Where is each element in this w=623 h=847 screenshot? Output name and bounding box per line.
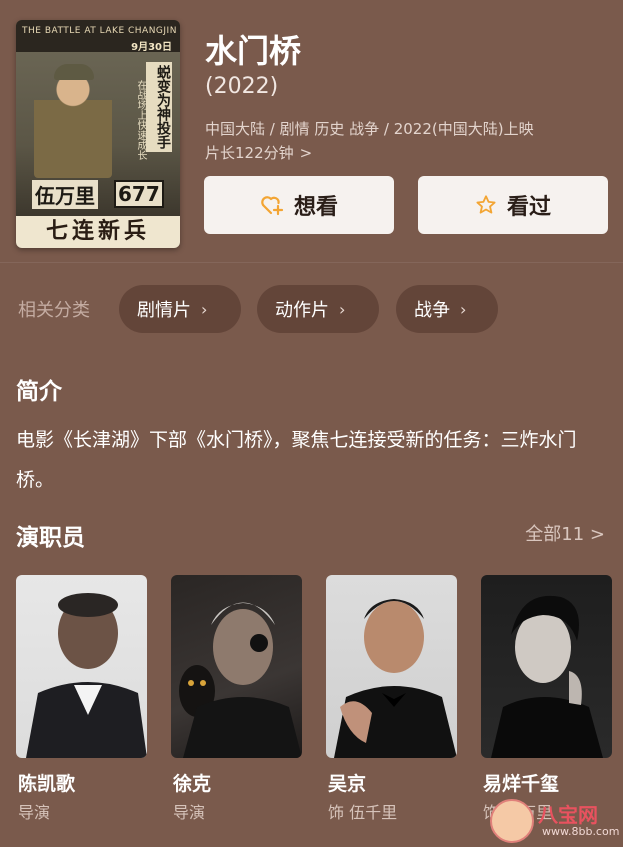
cast-name: 陈凯歌 — [18, 773, 76, 795]
movie-year: (2022) — [205, 74, 279, 99]
tag-label: 动作片 — [275, 300, 329, 321]
star-icon — [475, 194, 497, 216]
watermark-text: 八宝网 — [538, 803, 598, 827]
chevron-right-icon: › — [339, 299, 346, 319]
poster-name: 伍万里 — [32, 180, 98, 209]
poster-top-text: THE BATTLE AT LAKE CHANGJIN — [22, 26, 177, 36]
watermark-logo-icon — [490, 799, 534, 843]
movie-duration: 片长122分钟 — [205, 144, 294, 162]
poster-vertical-sub: 在战场上快速成长 — [135, 80, 146, 160]
poster-title: 七连新兵 — [16, 216, 180, 248]
header-divider — [0, 262, 623, 263]
tag-war[interactable]: 战争 › — [396, 285, 498, 333]
movie-duration-link[interactable]: 片长122分钟 > — [205, 142, 312, 163]
related-categories-label: 相关分类 — [18, 300, 90, 321]
movie-header: THE BATTLE AT LAKE CHANGJIN 9月30日 蜕变为神投手… — [0, 0, 623, 270]
cast-photo — [481, 575, 612, 758]
poster-soldier-figure — [34, 60, 112, 178]
chevron-right-icon: › — [201, 299, 208, 319]
poster-number: 677 — [114, 180, 164, 208]
cast-name: 易烊千玺 — [483, 773, 560, 795]
movie-title: 水门桥 — [205, 32, 302, 70]
cast-heading: 演职员 — [16, 525, 85, 551]
watermark-url: www.8bb.com — [542, 825, 620, 838]
movie-poster[interactable]: THE BATTLE AT LAKE CHANGJIN 9月30日 蜕变为神投手… — [16, 20, 180, 248]
cast-role: 导演 — [173, 803, 206, 822]
cast-view-all-link[interactable]: 全部11 > — [525, 520, 605, 546]
poster-date: 9月30日 — [131, 42, 172, 53]
cast-photo — [171, 575, 302, 758]
tag-label: 剧情片 — [137, 300, 191, 321]
watched-button[interactable]: 看过 — [418, 176, 608, 234]
chevron-right-icon: › — [460, 299, 467, 319]
cast-name: 吴京 — [328, 773, 367, 795]
tag-drama[interactable]: 剧情片 › — [119, 285, 241, 333]
cast-photo — [326, 575, 457, 758]
chevron-right-icon: > — [299, 144, 313, 162]
watermark: 八宝网 www.8bb.com — [490, 795, 620, 847]
poster-cap — [54, 64, 94, 80]
intro-heading: 简介 — [16, 379, 62, 405]
poster-vertical-main: 蜕变为神投手 — [146, 62, 172, 152]
cast-role: 导演 — [18, 803, 51, 822]
want-to-watch-label: 想看 — [293, 195, 338, 220]
heart-plus-icon — [260, 194, 284, 216]
tag-action[interactable]: 动作片 › — [257, 285, 379, 333]
movie-meta-info: 中国大陆 / 剧情 历史 战争 / 2022(中国大陆)上映 — [205, 120, 534, 138]
cast-photo — [16, 575, 147, 758]
intro-text: 电影《长津湖》下部《水门桥》，聚焦七连接受新的任务：三炸水门桥。 — [16, 429, 577, 491]
cast-role: 饰 伍千里 — [328, 803, 398, 822]
want-to-watch-button[interactable]: 想看 — [204, 176, 394, 234]
watched-label: 看过 — [506, 195, 551, 220]
cast-name: 徐克 — [173, 773, 212, 795]
tag-label: 战争 — [414, 300, 450, 321]
